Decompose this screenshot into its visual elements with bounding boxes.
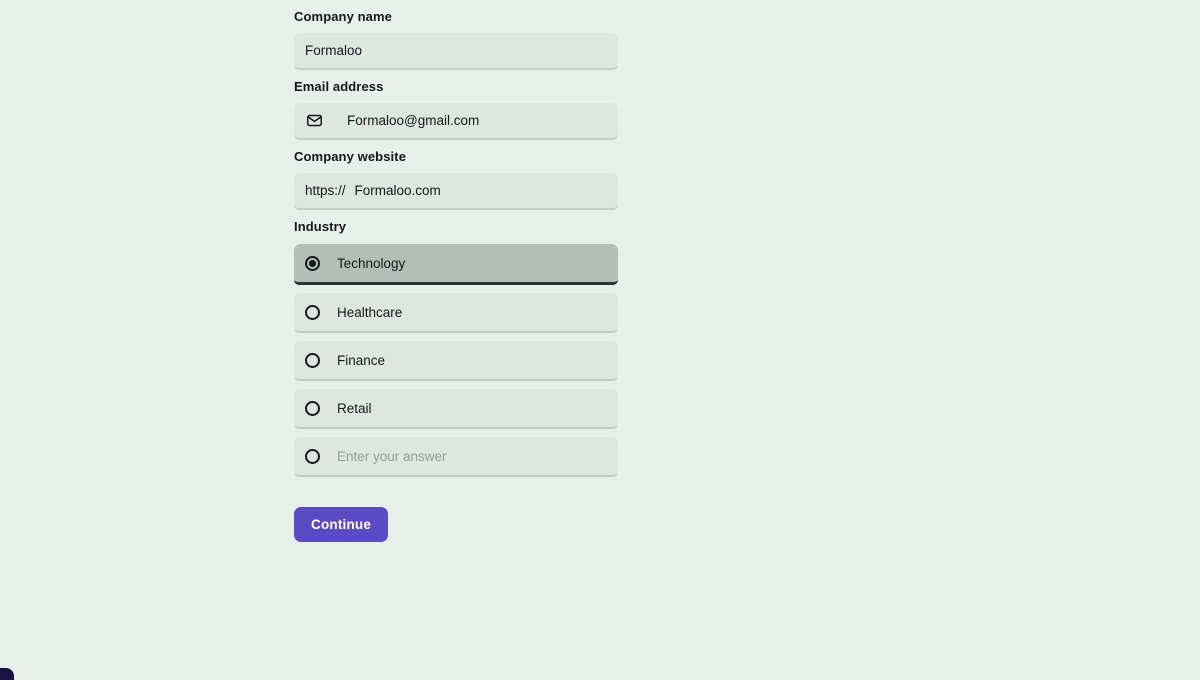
envelope-icon — [305, 112, 323, 130]
field-industry: Industry Technology Healthcare Finance R… — [294, 210, 618, 477]
industry-option-finance[interactable]: Finance — [294, 341, 618, 381]
field-email-address: Email address Formaloo@gmail.com — [294, 70, 618, 140]
industry-option-other[interactable]: Enter your answer — [294, 437, 618, 477]
corner-widget-badge[interactable] — [0, 668, 14, 680]
industry-option-label: Retail — [337, 400, 372, 416]
company-website-input[interactable]: https:// Formaloo.com — [294, 173, 618, 210]
company-name-value: Formaloo — [305, 43, 363, 58]
radio-icon[interactable] — [305, 400, 320, 416]
company-website-label: Company website — [294, 149, 407, 164]
industry-option-label: Technology — [337, 255, 406, 271]
industry-options: Technology Healthcare Finance Retail Ent… — [294, 244, 618, 477]
industry-option-label: Finance — [337, 352, 386, 368]
radio-icon[interactable] — [305, 352, 320, 368]
radio-icon[interactable] — [305, 255, 320, 271]
email-address-value: Formaloo@gmail.com — [347, 113, 480, 128]
field-company-name: Company name Formaloo — [294, 0, 618, 70]
continue-button[interactable]: Continue — [294, 507, 389, 542]
company-website-value: Formaloo.com — [354, 183, 441, 198]
industry-label: Industry — [294, 219, 347, 234]
industry-option-healthcare[interactable]: Healthcare — [294, 293, 618, 333]
radio-icon[interactable] — [305, 448, 320, 464]
email-address-label: Email address — [294, 79, 384, 94]
industry-other-input[interactable]: Enter your answer — [337, 448, 447, 465]
radio-icon[interactable] — [305, 304, 320, 320]
company-name-input[interactable]: Formaloo — [294, 33, 618, 70]
industry-option-retail[interactable]: Retail — [294, 389, 618, 429]
email-address-input[interactable]: Formaloo@gmail.com — [294, 103, 618, 140]
industry-option-technology[interactable]: Technology — [294, 244, 618, 285]
field-company-website: Company website https:// Formaloo.com — [294, 140, 618, 210]
company-name-label: Company name — [294, 9, 393, 24]
industry-option-label: Healthcare — [337, 304, 403, 320]
form-container: Company name Formaloo Email address Form… — [294, 0, 618, 542]
url-protocol-prefix: https:// — [305, 183, 346, 198]
